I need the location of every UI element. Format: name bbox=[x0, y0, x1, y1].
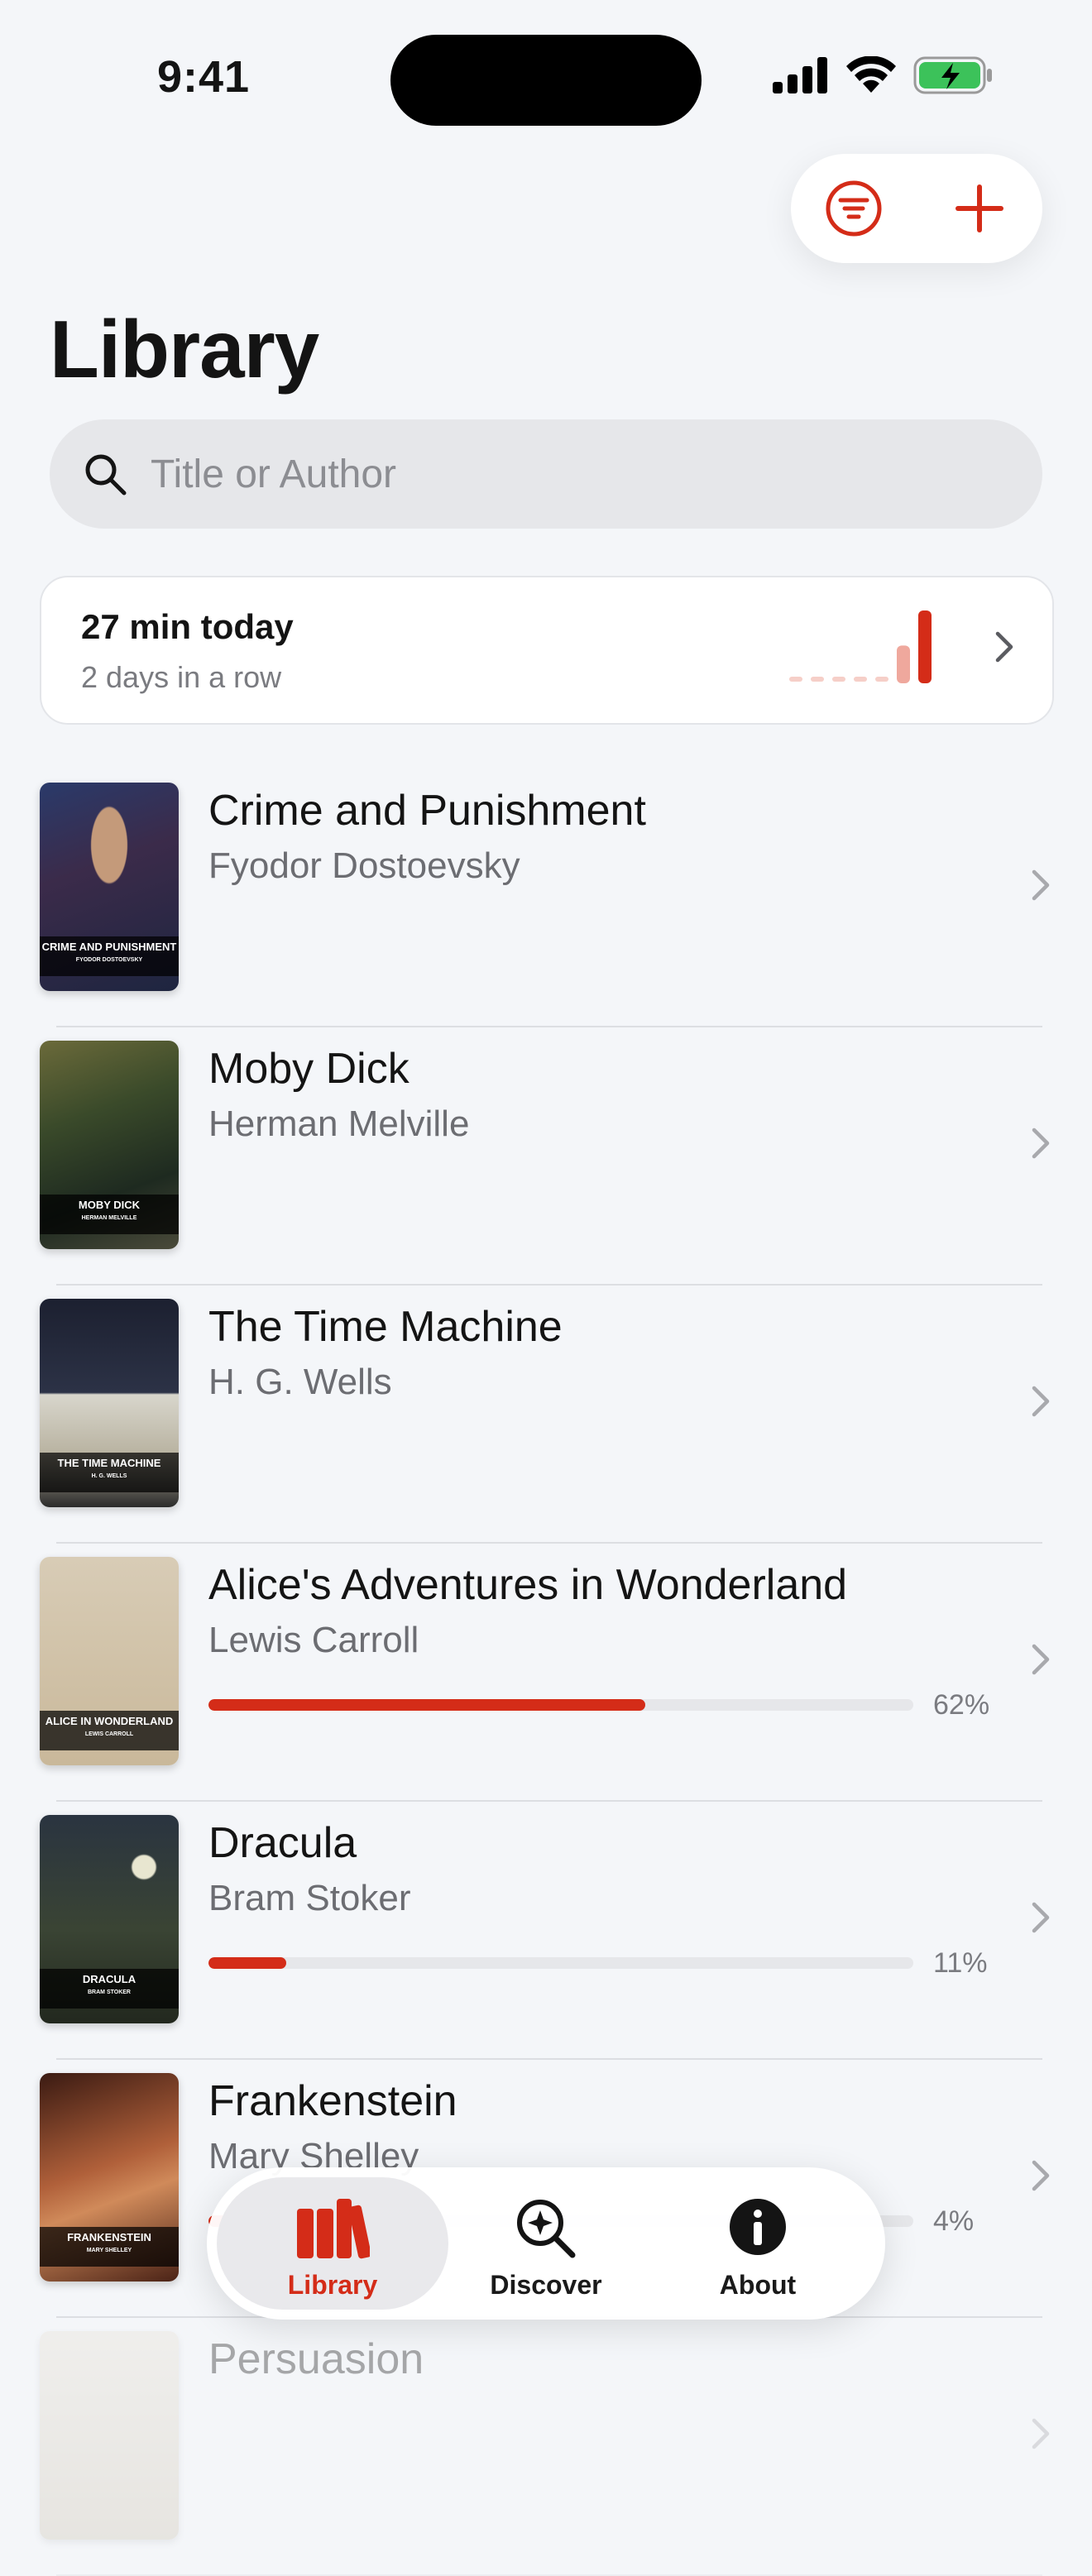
battery-charging-icon bbox=[913, 56, 992, 94]
info-icon bbox=[730, 2199, 786, 2255]
tab-discover-label: Discover bbox=[490, 2270, 602, 2300]
tab-about[interactable]: About bbox=[642, 2177, 874, 2310]
weekly-reading-chart bbox=[789, 610, 932, 683]
chevron-right-icon bbox=[1032, 2418, 1050, 2449]
book-title: Persuasion bbox=[208, 2335, 424, 2383]
book-row[interactable]: MOBY DICK HERMAN MELVILLE Moby Dick Herman … bbox=[0, 1027, 1092, 1286]
book-title: Crime and Punishment bbox=[208, 787, 646, 835]
cover-author: LEWIS CARROLL bbox=[84, 1731, 134, 1737]
cover-author: MARY SHELLEY bbox=[86, 2248, 132, 2253]
book-title: Alice's Adventures in Wonderland bbox=[208, 1561, 848, 1609]
reading-day-bar bbox=[875, 677, 888, 682]
cover-title: MOBY DICK bbox=[78, 1199, 141, 1211]
reading-progress-fill bbox=[208, 1957, 286, 1969]
search-input[interactable] bbox=[149, 450, 979, 498]
book-cover: DRACULA BRAM STOKER bbox=[40, 1815, 179, 2023]
book-author: Bram Stoker bbox=[208, 1878, 411, 1918]
cover-author: BRAM STOKER bbox=[88, 1989, 131, 1995]
book-author: Lewis Carroll bbox=[208, 1620, 419, 1660]
tab-discover[interactable]: Discover bbox=[430, 2177, 662, 2310]
reading-progress-bar bbox=[208, 1699, 913, 1711]
cover-author: HERMAN MELVILLE bbox=[81, 1215, 137, 1221]
cover-title-band: FRANKENSTEIN MARY SHELLEY bbox=[40, 2227, 179, 2267]
reading-day-bar bbox=[832, 677, 845, 682]
reading-progress-bar bbox=[208, 1957, 913, 1969]
reading-day-bar bbox=[854, 677, 867, 682]
filter-button[interactable] bbox=[817, 171, 891, 246]
chevron-right-icon bbox=[1032, 1128, 1050, 1159]
reading-day-bar bbox=[918, 610, 932, 683]
chevron-right-icon bbox=[1032, 2160, 1050, 2191]
cover-title-band: MOBY DICK HERMAN MELVILLE bbox=[40, 1195, 179, 1234]
status-time: 9:41 bbox=[157, 52, 251, 102]
cover-title: CRIME AND PUNISHMENT bbox=[41, 941, 177, 953]
chevron-right-icon bbox=[1032, 1902, 1050, 1933]
reading-day-bar bbox=[897, 645, 910, 683]
search-icon bbox=[85, 454, 127, 496]
cover-title: DRACULA bbox=[82, 1973, 136, 1985]
book-title: Moby Dick bbox=[208, 1045, 410, 1093]
status-icons bbox=[773, 56, 993, 94]
tab-bar: Library Discover About bbox=[207, 2167, 885, 2320]
book-author: H. G. Wells bbox=[208, 1362, 392, 1402]
reading-progress-label: 11% bbox=[933, 1947, 988, 1979]
cover-title: THE TIME MACHINE bbox=[57, 1457, 161, 1469]
cover-title: ALICE IN WONDERLAND bbox=[45, 1715, 174, 1727]
tab-about-label: About bbox=[719, 2270, 797, 2300]
book-title: The Time Machine bbox=[208, 1303, 563, 1351]
add-book-button[interactable] bbox=[942, 171, 1017, 246]
book-author: Herman Melville bbox=[208, 1104, 470, 1144]
chevron-right-icon bbox=[1032, 869, 1050, 901]
cover-title-band: CRIME AND PUNISHMENT FYODOR DOSTOEVSKY bbox=[40, 936, 179, 976]
book-row[interactable]: DRACULA BRAM STOKER Dracula Bram Stoker 11% bbox=[0, 1802, 1092, 2060]
book-row[interactable]: CRIME AND PUNISHMENT FYODOR DOSTOEVSKY Cri… bbox=[0, 769, 1092, 1027]
book-title: Dracula bbox=[208, 1819, 357, 1867]
chevron-right-icon bbox=[1032, 1386, 1050, 1417]
book-cover: ALICE IN WONDERLAND LEWIS CARROLL bbox=[40, 1557, 179, 1765]
discover-icon bbox=[517, 2200, 576, 2258]
book-cover: CRIME AND PUNISHMENT FYODOR DOSTOEVSKY bbox=[40, 783, 179, 991]
cellular-signal-icon bbox=[773, 57, 827, 93]
books-icon bbox=[297, 2199, 370, 2259]
book-author: Fyodor Dostoevsky bbox=[208, 845, 520, 886]
cover-title-band: DRACULA BRAM STOKER bbox=[40, 1969, 179, 2009]
reading-day-bar bbox=[789, 677, 802, 682]
wifi-icon bbox=[846, 56, 896, 93]
reading-streak: 2 days in a row bbox=[81, 660, 282, 694]
cover-title: FRANKENSTEIN bbox=[67, 2231, 151, 2243]
book-cover: THE TIME MACHINE H. G. WELLS bbox=[40, 1299, 179, 1507]
chevron-right-icon bbox=[995, 631, 1013, 663]
filter-icon bbox=[826, 180, 882, 237]
reading-progress-label: 4% bbox=[933, 2205, 975, 2237]
book-row[interactable]: Persuasion bbox=[0, 2318, 1092, 2576]
cover-title-band: THE TIME MACHINE H. G. WELLS bbox=[40, 1453, 179, 1492]
book-cover bbox=[40, 2331, 179, 2540]
plus-icon bbox=[956, 184, 1003, 232]
book-row[interactable]: THE TIME MACHINE H. G. WELLS The Time Mach… bbox=[0, 1286, 1092, 1544]
cover-author: FYODOR DOSTOEVSKY bbox=[75, 957, 143, 963]
dynamic-island bbox=[390, 35, 702, 126]
book-cover: MOBY DICK HERMAN MELVILLE bbox=[40, 1041, 179, 1249]
toolbar-actions bbox=[791, 154, 1042, 263]
reading-progress-label: 62% bbox=[933, 1689, 990, 1721]
cover-author: H. G. WELLS bbox=[91, 1473, 127, 1479]
reading-day-bar bbox=[811, 677, 824, 682]
page-title: Library bbox=[50, 304, 319, 395]
book-title: Frankenstein bbox=[208, 2077, 457, 2125]
book-row[interactable]: ALICE IN WONDERLAND LEWIS CARROLL Alice's … bbox=[0, 1544, 1092, 1802]
reading-time-today: 27 min today bbox=[81, 607, 294, 646]
reading-stats-card[interactable]: 27 min today 2 days in a row bbox=[40, 576, 1054, 725]
book-cover: FRANKENSTEIN MARY SHELLEY bbox=[40, 2073, 179, 2282]
tab-library[interactable]: Library bbox=[217, 2177, 448, 2310]
chevron-right-icon bbox=[1032, 1644, 1050, 1675]
search-bar[interactable] bbox=[50, 419, 1042, 529]
tab-library-label: Library bbox=[287, 2270, 378, 2300]
reading-progress-fill bbox=[208, 1699, 646, 1711]
cover-title-band: ALICE IN WONDERLAND LEWIS CARROLL bbox=[40, 1711, 179, 1750]
